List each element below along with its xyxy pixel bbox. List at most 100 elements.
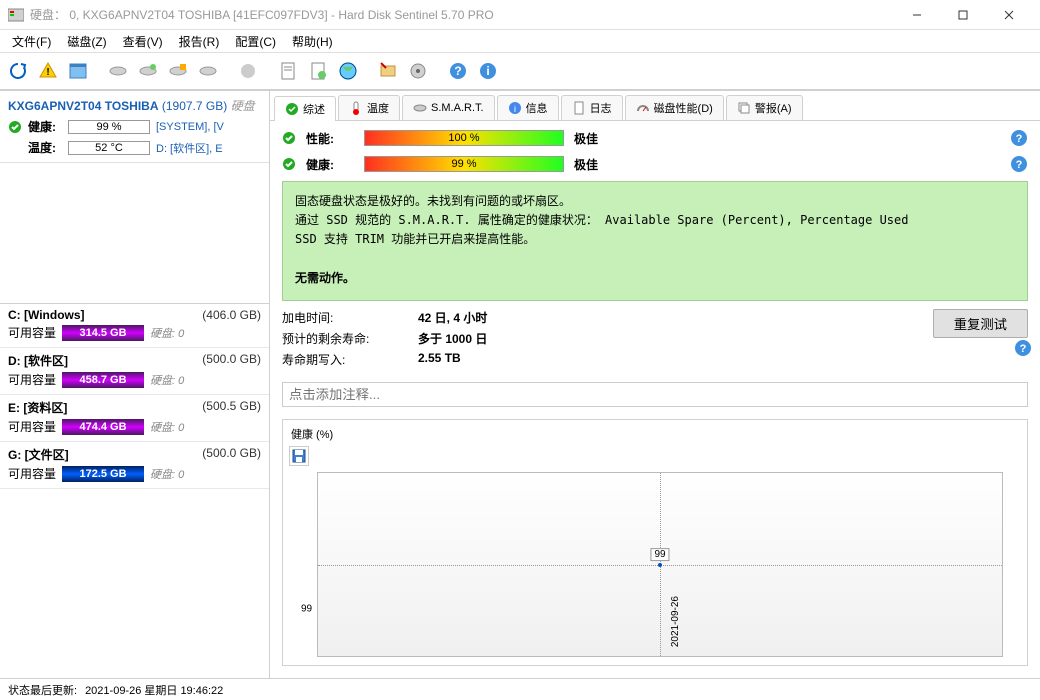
chart-point — [658, 563, 662, 567]
status-line: SSD 支持 TRIM 功能并已开启来提高性能。 — [295, 230, 1015, 249]
partition-item[interactable]: E: [资料区](500.5 GB) 可用容量474.4 GB硬盘: 0 — [0, 395, 269, 442]
comment-input[interactable] — [282, 382, 1028, 407]
check-icon — [8, 120, 22, 134]
power-label: 加电时间: — [282, 309, 402, 326]
power-value: 42 日, 4 小时 — [418, 309, 933, 326]
app-icon — [8, 7, 24, 23]
status-action: 无需动作。 — [295, 269, 1015, 288]
tab-alert[interactable]: 警报(A) — [726, 95, 803, 120]
partition-size: (500.0 GB) — [202, 446, 261, 463]
report-2-button[interactable] — [304, 57, 332, 85]
help-button[interactable]: ? — [444, 57, 472, 85]
globe-button[interactable] — [334, 57, 362, 85]
capacity-bar: 314.5 GB — [62, 325, 144, 341]
info-icon: i — [508, 101, 522, 115]
menu-report[interactable]: 报告(R) — [171, 31, 228, 52]
close-button[interactable] — [986, 0, 1032, 30]
menu-config[interactable]: 配置(C) — [227, 31, 284, 52]
write-value: 2.55 TB — [418, 351, 933, 368]
panel-button[interactable] — [64, 57, 92, 85]
gauge-icon — [636, 101, 650, 115]
tab-log[interactable]: 日志 — [561, 95, 623, 120]
svg-text:?: ? — [1016, 133, 1023, 145]
health-gauge: 99 % — [68, 120, 150, 134]
partition-size: (500.0 GB) — [202, 352, 261, 369]
tab-perf[interactable]: 磁盘性能(D) — [625, 95, 724, 120]
refresh-button[interactable] — [4, 57, 32, 85]
chart-toolbar — [287, 444, 1023, 468]
disk-count: 硬盘: 0 — [150, 419, 184, 435]
menu-file[interactable]: 文件(F) — [4, 31, 59, 52]
partition-item[interactable]: C: [Windows](406.0 GB) 可用容量314.5 GB硬盘: 0 — [0, 304, 269, 348]
document-icon — [572, 101, 586, 115]
disk-test-2-button[interactable] — [134, 57, 162, 85]
report-1-button[interactable] — [274, 57, 302, 85]
status-line: 固态硬盘状态是极好的。未找到有问题的或坏扇区。 — [295, 192, 1015, 211]
free-label: 可用容量 — [8, 465, 56, 482]
tabs: 综述 温度 S.M.A.R.T. i信息 日志 磁盘性能(D) 警报(A) — [270, 91, 1040, 121]
floppy-icon — [292, 449, 306, 463]
help-icon[interactable]: ? — [1010, 129, 1028, 147]
config-2-button[interactable] — [404, 57, 432, 85]
partition-size: (406.0 GB) — [202, 308, 261, 322]
disk-hint: 硬盘 — [231, 99, 255, 113]
content: KXG6APNV2T04 TOSHIBA (1907.7 GB) 硬盘 健康: … — [0, 90, 1040, 678]
disk-tags-2: D: [软件区], E — [156, 140, 223, 156]
disk-icon — [413, 101, 427, 115]
summary-panel: 性能: 100 % 极佳 ? 健康: 99 % 极佳 ? 固态硬盘状态是极好的。… — [270, 121, 1040, 678]
capacity-bar: 474.4 GB — [62, 419, 144, 435]
perf-gauge: 100 % — [364, 130, 564, 146]
minimize-button[interactable] — [894, 0, 940, 30]
partitions-list: C: [Windows](406.0 GB) 可用容量314.5 GB硬盘: 0… — [0, 303, 269, 489]
free-label: 可用容量 — [8, 324, 56, 341]
window-controls — [894, 0, 1032, 30]
x-axis-tick: 2021-09-26 — [670, 596, 681, 647]
tab-info[interactable]: i信息 — [497, 95, 559, 120]
copy-icon — [737, 101, 751, 115]
info-button[interactable]: i — [474, 57, 502, 85]
tab-overview[interactable]: 综述 — [274, 96, 336, 121]
retest-button[interactable]: 重复测试 — [933, 309, 1028, 338]
window-title: 硬盘： 0, KXG6APNV2T04 TOSHIBA [41EFC097FDV… — [30, 6, 894, 23]
disk-capacity: (1907.7 GB) — [162, 99, 227, 113]
save-chart-button[interactable] — [289, 446, 309, 466]
temp-gauge: 52 °C — [68, 141, 150, 155]
chart-area[interactable]: 99 — [317, 472, 1003, 657]
status-line: 通过 SSD 规范的 S.M.A.R.T. 属性确定的健康状况： Availab… — [295, 211, 1015, 230]
titlebar: 硬盘： 0, KXG6APNV2T04 TOSHIBA [41EFC097FDV… — [0, 0, 1040, 30]
config-1-button[interactable] — [374, 57, 402, 85]
statusbar: 状态最后更新: 2021-09-26 星期日 19:46:22 — [0, 678, 1040, 700]
record-button[interactable] — [234, 57, 262, 85]
partition-item[interactable]: G: [文件区](500.0 GB) 可用容量172.5 GB硬盘: 0 — [0, 442, 269, 489]
alert-button[interactable]: ! — [34, 57, 62, 85]
partition-item[interactable]: D: [软件区](500.0 GB) 可用容量458.7 GB硬盘: 0 — [0, 348, 269, 395]
tab-temp[interactable]: 温度 — [338, 95, 400, 120]
menu-view[interactable]: 查看(V) — [115, 31, 171, 52]
help-icon[interactable]: ? — [1010, 155, 1028, 173]
menubar: 文件(F) 磁盘(Z) 查看(V) 报告(R) 配置(C) 帮助(H) — [0, 30, 1040, 52]
health-gauge: 99 % — [364, 156, 564, 172]
partition-size: (500.5 GB) — [202, 399, 261, 416]
menu-help[interactable]: 帮助(H) — [284, 31, 341, 52]
free-label: 可用容量 — [8, 418, 56, 435]
check-icon — [282, 157, 296, 171]
perf-label: 性能: — [306, 130, 354, 147]
disk-test-3-button[interactable] — [164, 57, 192, 85]
free-label: 可用容量 — [8, 371, 56, 388]
check-icon — [285, 102, 299, 116]
disk-test-1-button[interactable] — [104, 57, 132, 85]
maximize-button[interactable] — [940, 0, 986, 30]
disk-header[interactable]: KXG6APNV2T04 TOSHIBA (1907.7 GB) 硬盘 健康: … — [0, 91, 269, 163]
chart-box: 健康 (%) 99 99 2021-09-26 — [282, 419, 1028, 666]
tab-smart[interactable]: S.M.A.R.T. — [402, 95, 495, 120]
help-icon[interactable]: ? — [1014, 339, 1032, 357]
thermometer-icon — [349, 101, 363, 115]
disk-count: 硬盘: 0 — [150, 372, 184, 388]
menu-disk[interactable]: 磁盘(Z) — [59, 31, 114, 52]
disk-test-4-button[interactable] — [194, 57, 222, 85]
y-axis-tick: 99 — [301, 603, 312, 614]
health-label: 健康: — [28, 118, 62, 135]
life-value: 多于 1000 日 — [418, 330, 933, 347]
info-grid: 加电时间: 42 日, 4 小时 预计的剩余寿命: 多于 1000 日 寿命期写… — [282, 309, 933, 368]
status-label: 状态最后更新: — [8, 682, 77, 698]
